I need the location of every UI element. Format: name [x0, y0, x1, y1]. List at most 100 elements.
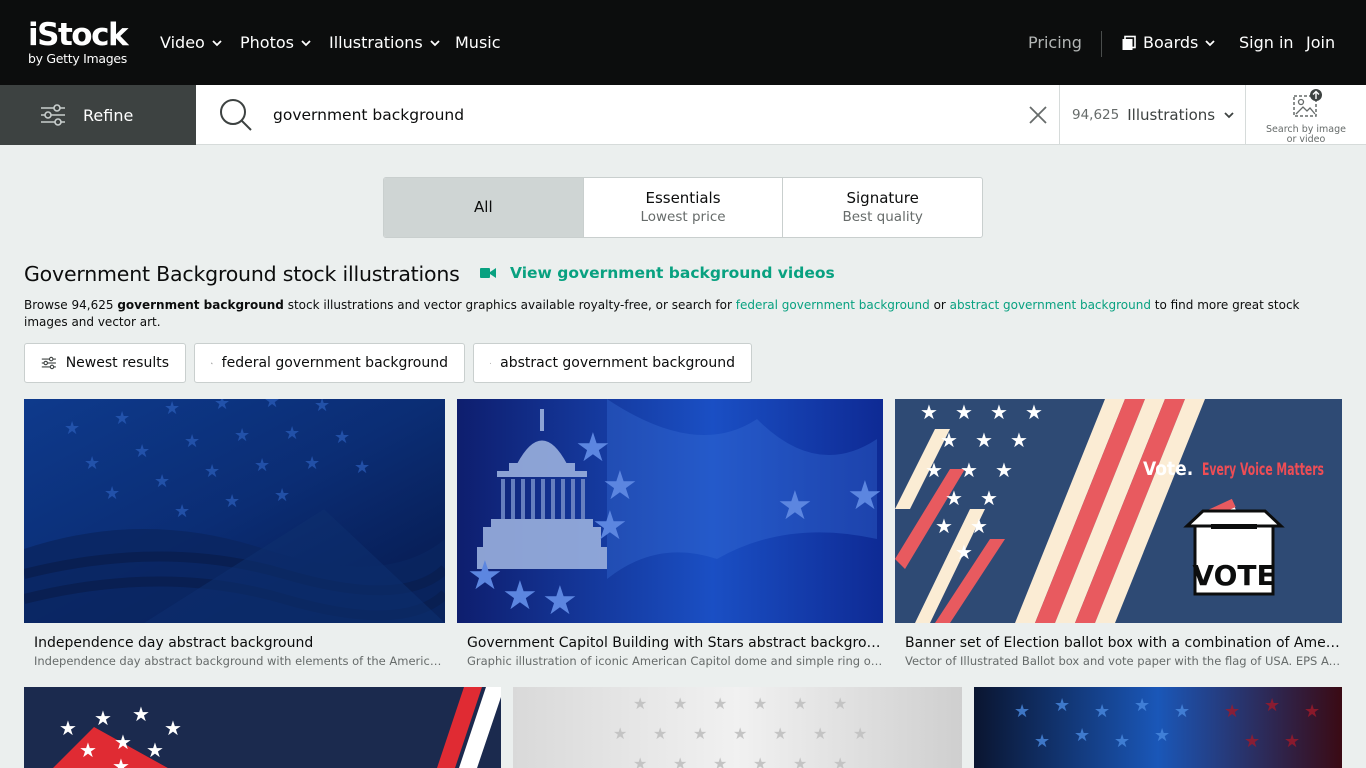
video-camera-icon	[480, 268, 496, 278]
newest-results-label: Newest results	[65, 355, 169, 371]
svg-text:★: ★	[693, 724, 707, 743]
result-thumbnail[interactable]: ★ ★ ★ ★ ★ ★ ★ ★ ★ ★ ★ ★ ★ ★ ★ ★ ★ ★ ★	[513, 687, 962, 768]
svg-text:★: ★	[254, 455, 270, 476]
related-search-chip[interactable]: abstract government background	[473, 343, 752, 383]
sliders-icon	[41, 356, 56, 370]
media-type-select[interactable]: 94,625 Illustrations	[1059, 85, 1246, 145]
result-description: Vector of Illustrated Ballot box and vot…	[905, 654, 1342, 668]
svg-text:★: ★	[925, 458, 943, 482]
istock-logo[interactable]: iStock by Getty Images	[28, 18, 129, 66]
svg-text:★: ★	[112, 754, 130, 768]
svg-text:★: ★	[633, 694, 647, 713]
nav-music[interactable]: Music	[455, 33, 501, 52]
svg-text:★: ★	[733, 724, 747, 743]
related-search-link[interactable]: abstract government background	[950, 298, 1151, 312]
svg-text:★: ★	[1134, 695, 1150, 716]
search-input[interactable]	[262, 95, 1022, 135]
top-navigation: iStock by Getty Images Video Photos Illu…	[0, 0, 1366, 85]
svg-text:★: ★	[214, 399, 230, 414]
result-card[interactable]: ★ ★ ★ ★ ★ ★ ★ ★ ★ ★ ★ ★ ★ ★ ★ Vote. Every Voice M…	[895, 399, 1342, 668]
result-thumbnail[interactable]: ★ ★ ★ ★ ★ ★ ★ ★	[457, 399, 883, 623]
svg-text:★: ★	[314, 399, 330, 416]
result-description: Independence day abstract background wit…	[34, 654, 445, 668]
svg-text:★: ★	[542, 578, 578, 623]
svg-text:★: ★	[713, 694, 727, 713]
result-card[interactable]: ★ ★ ★ ★ ★ ★ ★ ★ ★ ★ ★ ★ ★ ★ ★ ★ ★ ★ ★ ★ ★ Independence da…	[24, 399, 445, 668]
search-description: Browse 94,625 government background stoc…	[24, 297, 1344, 331]
related-search-chip[interactable]: federal government background	[194, 343, 465, 383]
tab-all[interactable]: All	[384, 178, 584, 237]
related-search-chip-label: federal government background	[221, 355, 448, 371]
svg-text:★: ★	[833, 694, 847, 713]
result-thumbnail[interactable]: ★ ★ ★ ★ ★ ★ ★ ★ ★ ★ ★ ★ ★ ★	[974, 687, 1342, 768]
search-icon	[220, 99, 252, 131]
search-by-image-caption: Search by image or video	[1266, 124, 1346, 145]
result-thumbnail[interactable]: ★ ★ ★ ★ ★ ★ ★ ★ ★ ★ ★ ★ ★ ★ ★ Vote. Every Voice M…	[895, 399, 1342, 623]
tab-signature[interactable]: Signature Best quality	[783, 178, 982, 237]
svg-text:★: ★	[970, 514, 988, 538]
svg-text:★: ★	[1244, 731, 1260, 752]
svg-text:★: ★	[990, 400, 1008, 424]
view-videos-link[interactable]: View government background videos	[480, 264, 835, 282]
newest-results-chip[interactable]: Newest results	[24, 343, 186, 383]
svg-text:★: ★	[813, 724, 827, 743]
svg-text:★: ★	[104, 483, 120, 504]
svg-text:★: ★	[673, 694, 687, 713]
tab-essentials[interactable]: Essentials Lowest price	[584, 178, 784, 237]
nav-photos[interactable]: Photos	[240, 33, 312, 52]
join-link[interactable]: Join	[1306, 33, 1335, 52]
svg-text:★: ★	[955, 400, 973, 424]
svg-text:★: ★	[1010, 428, 1028, 452]
close-icon[interactable]	[1027, 104, 1049, 126]
nav-video[interactable]: Video	[160, 33, 223, 52]
result-thumbnail[interactable]: ★ ★ ★ ★ ★ ★ ★ ★	[24, 687, 501, 768]
banner-every-voice-text: Every Voice Matters	[1202, 460, 1324, 480]
related-search-link[interactable]: federal government background	[736, 298, 930, 312]
tab-all-label: All	[474, 198, 493, 216]
svg-text:★: ★	[164, 716, 182, 740]
description-text: Browse 94,625	[24, 298, 118, 312]
page-title: Government Background stock illustration…	[24, 262, 460, 286]
svg-text:★: ★	[1074, 725, 1090, 746]
svg-text:★: ★	[304, 453, 320, 474]
svg-text:★: ★	[1154, 725, 1170, 746]
nav-illustrations[interactable]: Illustrations	[329, 33, 441, 52]
nav-pricing[interactable]: Pricing	[1028, 33, 1082, 52]
result-thumbnail[interactable]: ★ ★ ★ ★ ★ ★ ★ ★ ★ ★ ★ ★ ★ ★ ★ ★ ★ ★ ★ ★ ★	[24, 399, 445, 623]
svg-text:★: ★	[777, 483, 813, 529]
result-description: Graphic illustration of iconic American …	[467, 654, 883, 668]
nav-boards-label: Boards	[1143, 33, 1199, 52]
refine-button[interactable]: Refine	[0, 85, 196, 145]
svg-text:★: ★	[174, 501, 190, 522]
boards-icon	[1122, 35, 1136, 50]
result-card[interactable]: ★ ★ ★ ★ ★ ★ ★ ★ Government Capitol Building w…	[457, 399, 883, 668]
tab-essentials-label: Essentials	[645, 189, 721, 207]
svg-text:★: ★	[1174, 701, 1190, 722]
description-text: stock illustrations and vector graphics …	[283, 298, 736, 312]
search-by-image-button[interactable]: Search by image or video	[1260, 89, 1352, 145]
svg-text:★: ★	[945, 486, 963, 510]
svg-text:★: ★	[1284, 731, 1300, 752]
svg-text:★: ★	[1094, 701, 1110, 722]
nav-boards[interactable]: Boards	[1121, 33, 1216, 52]
svg-text:★: ★	[847, 473, 883, 519]
svg-text:★: ★	[955, 540, 973, 564]
svg-text:★: ★	[154, 471, 170, 492]
search-icon	[211, 362, 213, 364]
search-bar: Refine 94,625 Illustrations Search by im…	[0, 85, 1366, 145]
media-type-label: Illustrations	[1127, 106, 1216, 124]
nav-music-label: Music	[455, 33, 501, 52]
svg-text:★: ★	[633, 754, 647, 768]
svg-text:★: ★	[833, 754, 847, 768]
sign-in-label: Sign in	[1239, 33, 1294, 52]
svg-text:★: ★	[1014, 701, 1030, 722]
svg-text:★: ★	[184, 431, 200, 452]
nav-divider	[1101, 31, 1102, 57]
svg-text:★: ★	[64, 418, 80, 439]
svg-text:★: ★	[146, 738, 164, 762]
svg-text:★: ★	[134, 441, 150, 462]
chevron-down-icon	[301, 39, 311, 46]
sign-in-link[interactable]: Sign in	[1239, 33, 1294, 52]
related-search-chip-label: abstract government background	[500, 355, 735, 371]
svg-text:★: ★	[995, 458, 1013, 482]
